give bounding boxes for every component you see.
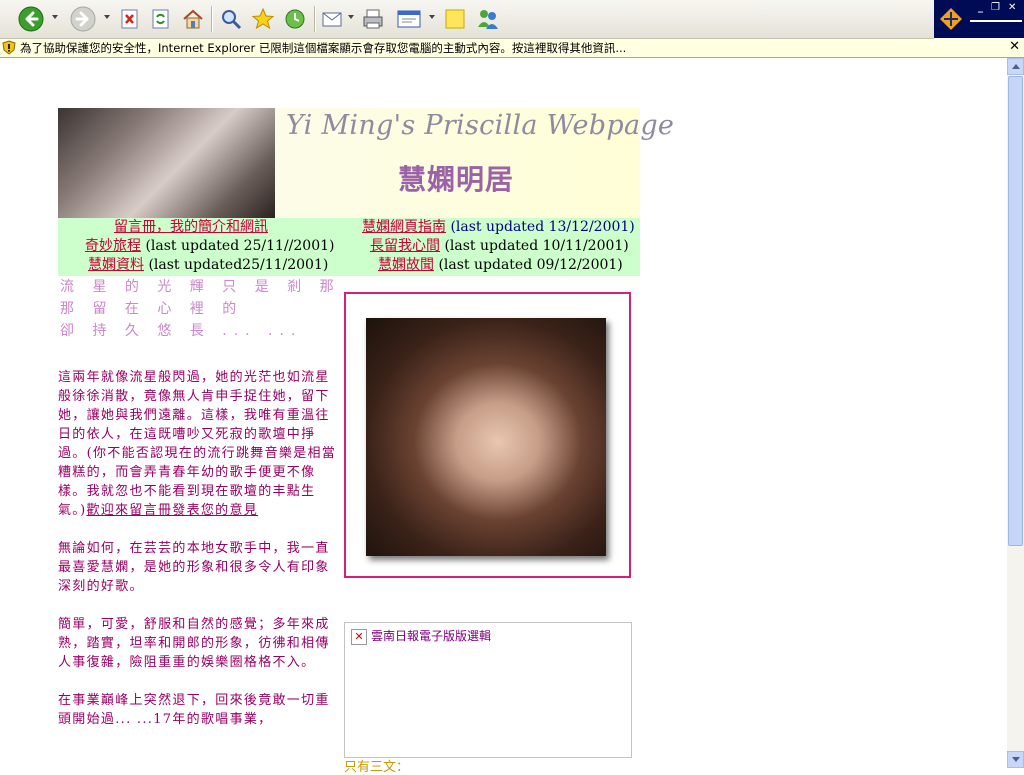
note-icon [445, 9, 465, 29]
info-bar-close-icon[interactable]: ✕ [1009, 39, 1020, 54]
nav-link-story[interactable]: 慧嫻故聞 [378, 257, 434, 273]
messenger-button[interactable] [475, 6, 501, 32]
minimize-icon[interactable]: _ [978, 2, 983, 13]
nav-item-guestbook: 留言冊，我的簡介和網訊 [114, 218, 268, 237]
shield-warning-icon [2, 40, 16, 55]
nav-item-story: 慧嫻故聞 (last updated 09/12/2001) [378, 256, 623, 275]
nav-item-guide: 慧嫻網頁指南 (last updated 13/12/2001) [362, 218, 635, 237]
nav-item-journey: 奇妙旅程 (last updated 25/11//2001) [85, 237, 334, 256]
discuss-button[interactable] [442, 6, 468, 32]
article-text: 這兩年就像流星般閃過，她的光茫也如流星般徐徐消散，竟像無人肯申手捉住她，留下她，… [58, 368, 340, 748]
back-button[interactable] [18, 6, 44, 32]
mail-dropdown-icon[interactable] [348, 15, 354, 19]
favorites-button[interactable] [250, 6, 276, 32]
article-paragraph: 在事業巔峰上突然退下，回來後竟敢一切重頭開始過... ...17年的歌唱事業， [58, 693, 330, 727]
nav-item-info: 慧嫻資料 (last updated25/11/2001) [88, 256, 328, 275]
poem-line: 流 星 的 光 輝 只 是 剎 那 [60, 279, 341, 295]
photo-frame [344, 292, 631, 578]
nav-box: 留言冊，我的簡介和網訊 慧嫻網頁指南 (last updated 13/12/2… [58, 218, 640, 276]
forward-dropdown-icon[interactable] [104, 15, 110, 19]
browser-toolbar [0, 0, 934, 39]
edit-icon [397, 10, 421, 28]
address-strip [970, 20, 1022, 22]
scroll-up-button[interactable] [1007, 58, 1024, 75]
refresh-button[interactable] [148, 6, 174, 32]
broken-image-icon: ✕ [351, 629, 367, 645]
nav-link-info[interactable]: 慧嫻資料 [88, 257, 144, 273]
forward-arrow-icon [70, 6, 96, 32]
nav-note-info: (last updated25/11/2001) [148, 257, 329, 273]
nav-link-guide[interactable]: 慧嫻網頁指南 [362, 219, 446, 235]
search-icon [222, 10, 242, 30]
back-arrow-icon [18, 6, 44, 32]
forward-button[interactable] [70, 6, 96, 32]
stop-button[interactable] [117, 6, 143, 32]
article-paragraph: 這兩年就像流星般閃過，她的光茫也如流星般徐徐消散，竟像無人肯申手捉住她，留下她，… [58, 368, 340, 520]
more-text: 只有三文： [344, 760, 410, 775]
nav-link-heart[interactable]: 長留我心間 [370, 238, 440, 254]
nav-note-guide: (last updated 13/12/2001) [450, 219, 635, 235]
article-paragraph-text: 這兩年就像流星般閃過，她的光茫也如流星般徐徐消散，竟像無人肯申手捉住她，留下她，… [58, 370, 337, 518]
news-embed-box: ✕ 雲南日報電子版版選輯 [344, 622, 632, 758]
stop-icon [121, 9, 138, 29]
home-button[interactable] [180, 6, 206, 32]
nav-note-story: (last updated 09/12/2001) [438, 257, 623, 273]
arrow-down-icon [1012, 757, 1020, 762]
nav-note-journey: (last updated 25/11//2001) [145, 238, 335, 254]
print-button[interactable] [360, 6, 386, 32]
poem-line: 卻 持 久 悠 長 ... ... [60, 323, 303, 339]
info-bar-message: 為了協助保護您的安全性，Internet Explorer 已限制這個檔案顯示會… [20, 41, 627, 55]
star-icon [251, 7, 275, 30]
nav-link-journey[interactable]: 奇妙旅程 [85, 238, 141, 254]
edit-button[interactable] [396, 6, 422, 32]
security-info-bar[interactable]: 為了協助保護您的安全性，Internet Explorer 已限制這個檔案顯示會… [0, 39, 1024, 58]
refresh-icon [152, 9, 169, 29]
toolbar-separator [211, 6, 213, 32]
mail-icon [322, 12, 342, 27]
banner-title: Yi Ming's Priscilla Webpage [286, 110, 675, 141]
search-button[interactable] [218, 6, 244, 32]
window-controls: _ ❐ ✕ [968, 0, 1024, 38]
mail-button[interactable] [320, 6, 346, 32]
article-paragraph: 無論如何，在芸芸的本地女歌手中，我一直最喜愛慧嫻，是她的形象和很多令人有印象深刻… [58, 541, 330, 594]
restore-icon[interactable]: ❐ [991, 2, 1000, 13]
messenger-icon [478, 10, 498, 29]
nav-link-guestbook[interactable]: 留言冊，我的簡介和網訊 [114, 219, 268, 235]
site-banner: Yi Ming's Priscilla Webpage 慧嫻明居 [58, 108, 674, 218]
history-icon [285, 9, 305, 29]
nav-note-heart: (last updated 10/11/2001) [444, 238, 629, 254]
poem-line: 那 留 在 心 裡 的 [60, 301, 244, 317]
vertical-scrollbar[interactable] [1007, 58, 1024, 768]
scroll-thumb[interactable] [1008, 76, 1023, 546]
close-window-icon[interactable]: ✕ [1008, 2, 1016, 13]
windows-logo-icon [940, 8, 962, 30]
printer-icon [363, 9, 383, 29]
guestbook-invite-link[interactable]: 歡迎來留言冊發表您的意見 [86, 503, 258, 518]
windows-logo-throbber [934, 0, 968, 38]
edit-dropdown-icon[interactable] [429, 15, 435, 19]
scroll-down-button[interactable] [1007, 751, 1024, 768]
banner-photo [58, 108, 275, 218]
home-icon [183, 9, 203, 29]
toolbar-separator [314, 6, 316, 32]
back-dropdown-icon[interactable] [52, 15, 58, 19]
history-button[interactable] [282, 6, 308, 32]
arrow-up-icon [1012, 64, 1020, 69]
article-paragraph: 簡單，可愛，舒服和自然的感覺；多年來成熟，踏實，坦率和開郎的形象，彷彿和相傳人事… [58, 617, 330, 670]
poem: 流 星 的 光 輝 只 是 剎 那 那 留 在 心 裡 的 卻 持 久 悠 長 … [60, 276, 341, 342]
news-embed-label[interactable]: 雲南日報電子版版選輯 [371, 627, 491, 644]
nav-item-heart: 長留我心間 (last updated 10/11/2001) [370, 237, 629, 256]
portrait-photo [366, 318, 606, 556]
banner-chinese-title: 慧嫻明居 [398, 163, 515, 196]
